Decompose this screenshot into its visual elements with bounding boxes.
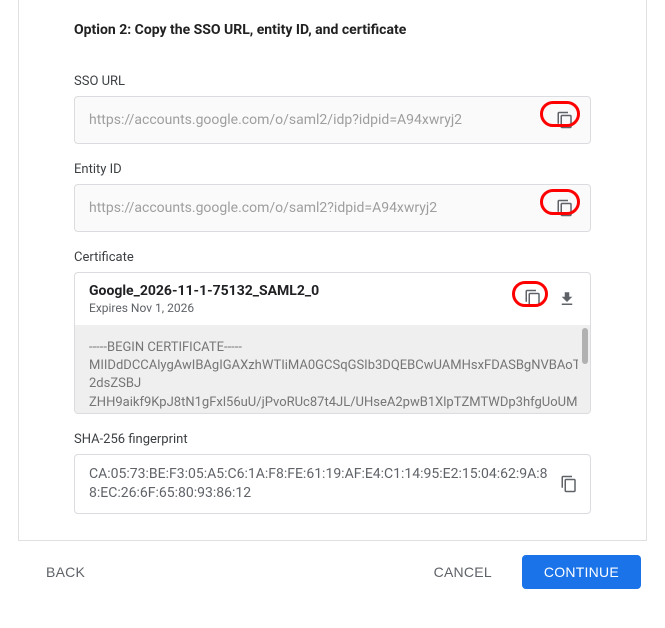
copy-certificate-button[interactable] [522, 287, 544, 309]
scrollbar[interactable] [582, 328, 588, 364]
entity-id-field: https://accounts.google.com/o/saml2?idpi… [74, 184, 591, 232]
copy-icon [560, 475, 578, 493]
sha-label: SHA-256 fingerprint [74, 414, 591, 454]
certificate-body[interactable]: -----BEGIN CERTIFICATE----- MIIDdDCCAlyg… [75, 325, 590, 413]
cert-line: MIIDdDCCAlygAwIBAgIGAXzhWTIiMA0GCSqGSIb3… [89, 357, 578, 375]
sha-value: CA:05:73:BE:F3:05:A5:C6:1A:F8:FE:61:19:A… [89, 465, 548, 503]
copy-sso-url-button[interactable] [554, 109, 576, 131]
copy-icon [524, 289, 542, 307]
copy-entity-id-button[interactable] [554, 197, 576, 219]
copy-icon [556, 199, 574, 217]
entity-id-value: https://accounts.google.com/o/saml2?idpi… [89, 200, 549, 216]
continue-button[interactable]: CONTINUE [522, 555, 641, 589]
cert-line: 2dsZSBJ [89, 375, 578, 393]
sso-url-label: SSO URL [74, 56, 591, 96]
cert-line: ZHH9aikf9KpJ8tN1gFxl56uU/jPvoRUc87t4JL/U… [89, 394, 578, 412]
download-certificate-button[interactable] [556, 288, 578, 310]
cancel-button[interactable]: CANCEL [412, 555, 514, 589]
option-2-heading: Option 2: Copy the SSO URL, entity ID, a… [74, 0, 591, 56]
dialog-body: Option 2: Copy the SSO URL, entity ID, a… [18, 0, 647, 541]
sso-url-field: https://accounts.google.com/o/saml2/idp?… [74, 96, 591, 144]
dialog-footer: BACK CANCEL CONTINUE [0, 541, 665, 603]
certificate-label: Certificate [74, 232, 591, 272]
back-button[interactable]: BACK [24, 555, 107, 589]
copy-icon [556, 111, 574, 129]
sso-url-value: https://accounts.google.com/o/saml2/idp?… [89, 112, 549, 128]
certificate-section: Google_2026-11-1-75132_SAML2_0 Expires N… [74, 272, 591, 414]
entity-id-label: Entity ID [74, 144, 591, 184]
certificate-name: Google_2026-11-1-75132_SAML2_0 [89, 283, 510, 301]
certificate-expires: Expires Nov 1, 2026 [89, 301, 510, 315]
download-icon [558, 290, 576, 308]
sha-field: CA:05:73:BE:F3:05:A5:C6:1A:F8:FE:61:19:A… [74, 454, 591, 514]
copy-sha-button[interactable] [558, 473, 580, 495]
cert-line: -----BEGIN CERTIFICATE----- [89, 339, 578, 357]
